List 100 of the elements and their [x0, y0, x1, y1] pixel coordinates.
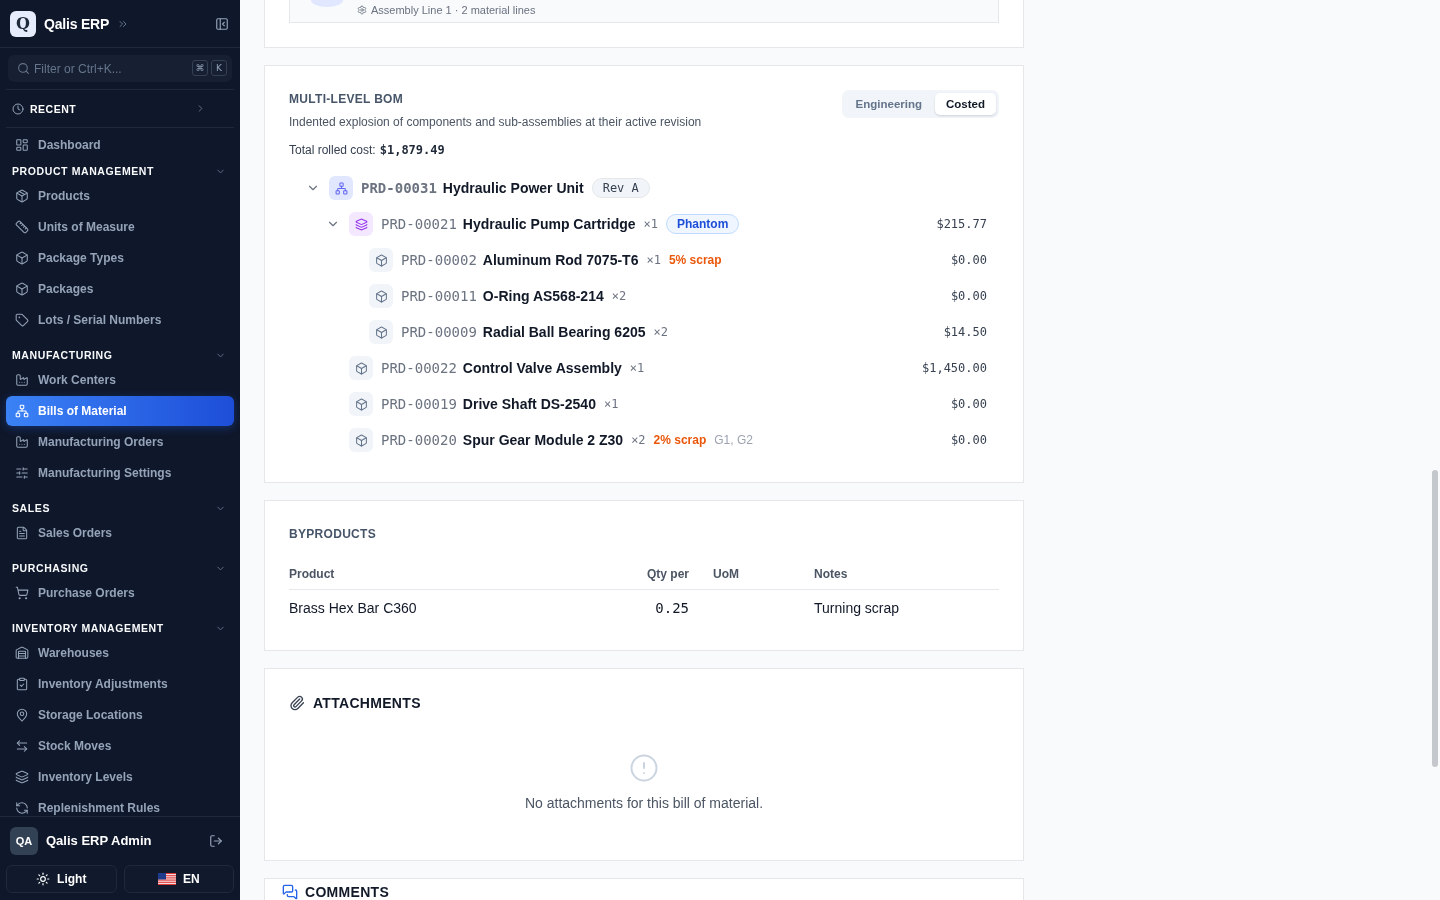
- nav-item[interactable]: Work Centers: [6, 365, 234, 395]
- scrollbar-thumb[interactable]: [1432, 470, 1438, 767]
- app-name: Qalis ERP: [44, 15, 110, 32]
- clipboard-check-icon: [15, 677, 29, 691]
- product-code: PRD-00022: [381, 360, 457, 376]
- product-code: PRD-00002: [401, 252, 477, 268]
- quantity-cell-text: 0.25: [654, 599, 690, 618]
- nav-item[interactable]: Sales Orders: [6, 518, 234, 548]
- logout-icon[interactable]: [209, 833, 223, 848]
- cube-icon: [15, 251, 29, 265]
- nav-item[interactable]: Manufacturing Orders: [6, 427, 234, 457]
- cost-value: $0.00: [950, 253, 987, 267]
- language-button[interactable]: EN: [123, 865, 234, 893]
- scrap-rate: 5% scrap: [668, 253, 722, 267]
- nav-item[interactable]: Warehouses: [6, 638, 234, 668]
- quantity: ×1: [646, 253, 661, 267]
- hierarchy-icon: [15, 404, 29, 418]
- card-title: COMMENTS: [305, 884, 390, 900]
- cube-icon: [369, 320, 393, 344]
- cost-value: $0.00: [950, 289, 987, 303]
- cost-value: $0.00: [950, 433, 987, 447]
- nav-item[interactable]: Bills of Material: [6, 396, 234, 426]
- product-cell-text: Brass Hex Bar C360: [289, 599, 418, 618]
- product-code: PRD-00009: [401, 324, 477, 340]
- dashboard-grid-icon: [15, 138, 29, 152]
- chat-bubbles-icon: [282, 884, 298, 900]
- product-code: PRD-00031: [361, 180, 437, 196]
- column-header: Product: [289, 564, 640, 590]
- nav-item[interactable]: Purchase Orders: [6, 578, 234, 608]
- phantom-badge: Phantom: [666, 214, 740, 234]
- nav-item[interactable]: Units of Measure: [6, 212, 234, 242]
- sun-icon: [36, 872, 51, 886]
- user-avatar: QA: [10, 826, 38, 855]
- product-code: PRD-00019: [381, 396, 457, 412]
- search-icon: [17, 62, 30, 75]
- section-header[interactable]: PRODUCT MANAGEMENT: [6, 161, 234, 181]
- layers-icon: [349, 212, 373, 236]
- section-header[interactable]: INVENTORY MANAGEMENT: [6, 618, 234, 638]
- nav-item[interactable]: Storage Locations: [6, 700, 234, 730]
- nav-item[interactable]: Package Types: [6, 243, 234, 273]
- total-value: $1,879.49: [379, 142, 445, 158]
- total-label: Total rolled cost:: [289, 142, 376, 158]
- paperclip-icon: [289, 695, 305, 711]
- recent-toggle[interactable]: RECENT: [0, 90, 240, 127]
- nav-item[interactable]: Products: [6, 181, 234, 211]
- flag-icon: [157, 873, 176, 885]
- product-name: O-Ring AS568-214: [482, 288, 604, 304]
- app-logo: Q: [10, 10, 36, 37]
- product-name: Hydraulic Pump Cartridge: [462, 216, 636, 232]
- section-title: BYPRODUCTS: [289, 526, 377, 543]
- summary-meta: Assembly Line 1 · 2 material lines: [371, 4, 536, 16]
- panel-toggle-icon[interactable]: [215, 16, 229, 31]
- product-name: Aluminum Rod 7075-T6: [482, 252, 639, 268]
- nav-item[interactable]: Manufacturing Settings: [6, 458, 234, 488]
- nav-item[interactable]: Inventory Levels: [6, 762, 234, 792]
- card-title: ATTACHMENTS: [313, 695, 421, 711]
- section-title: MULTI-LEVEL BOM: [289, 91, 405, 108]
- nav-item[interactable]: Lots / Serial Numbers: [6, 305, 234, 335]
- refresh-icon: [15, 801, 29, 815]
- column-header: Notes: [801, 564, 999, 590]
- cost-value: $0.00: [950, 397, 987, 411]
- shortcut-key: ⌘: [192, 60, 208, 76]
- section-header[interactable]: MANUFACTURING: [6, 345, 234, 365]
- nav-item[interactable]: Replenishment Rules: [6, 793, 234, 816]
- cost-value: $1,450.00: [921, 361, 987, 375]
- factory-icon: [15, 373, 29, 387]
- arrows-icon: [15, 739, 29, 753]
- hierarchy-icon: [329, 176, 353, 200]
- quantity: ×2: [611, 289, 627, 303]
- product-name: Control Valve Assembly: [462, 360, 622, 376]
- quantity: ×2: [653, 325, 668, 339]
- scrap-rate: 2% scrap: [653, 433, 707, 447]
- cube-icon: [15, 282, 29, 296]
- toggle-option[interactable]: Engineering: [844, 93, 933, 115]
- section-subtitle: Indented explosion of components and sub-assemblies at their active revision: [289, 114, 702, 130]
- cube-icon: [349, 392, 373, 416]
- quantity: ×1: [643, 217, 658, 231]
- notes-cell-text: Turning scrap: [813, 599, 901, 618]
- product-name: Drive Shaft DS-2540: [462, 396, 596, 412]
- cost-value: $215.77: [936, 217, 987, 231]
- factory-icon: [15, 435, 29, 449]
- nav-item[interactable]: Packages: [6, 274, 234, 304]
- map-pin-icon: [15, 708, 29, 722]
- toggle-option[interactable]: Costed: [935, 93, 996, 115]
- tag-icon: [15, 313, 29, 327]
- user-name: Qalis ERP Admin: [46, 833, 153, 848]
- quantity: ×1: [629, 361, 645, 375]
- ruler-icon: [15, 220, 29, 234]
- product-code: PRD-00020: [381, 432, 457, 448]
- theme-button[interactable]: Light: [6, 865, 117, 893]
- layers-icon: [15, 770, 29, 784]
- section-header[interactable]: PURCHASING: [6, 558, 234, 578]
- nav-item[interactable]: Stock Moves: [6, 731, 234, 761]
- cost-value: $14.50: [943, 325, 987, 339]
- product-code: PRD-00021: [381, 216, 457, 232]
- nav-item[interactable]: Dashboard: [6, 130, 234, 160]
- section-header[interactable]: SALES: [6, 498, 234, 518]
- nav-item[interactable]: Inventory Adjustments: [6, 669, 234, 699]
- column-header: Qty per: [640, 564, 700, 590]
- quantity: ×1: [603, 397, 619, 411]
